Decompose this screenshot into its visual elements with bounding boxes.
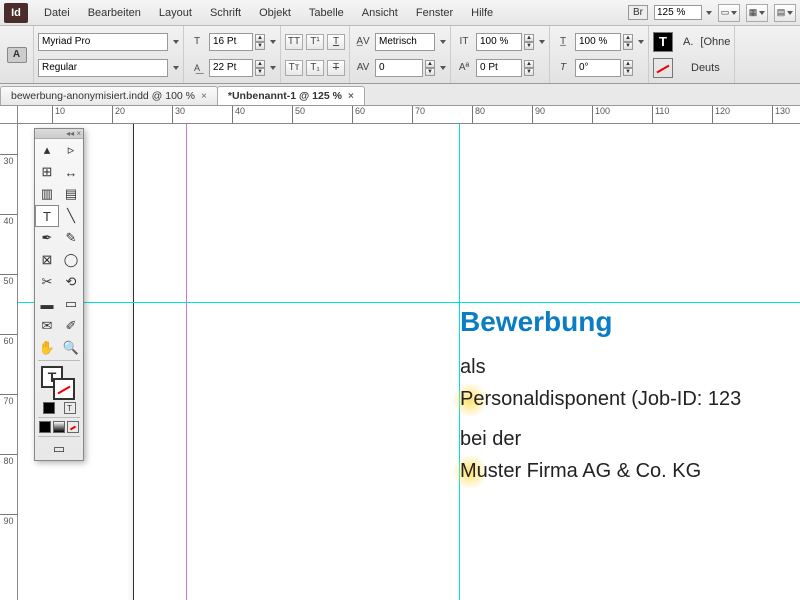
document-canvas[interactable]: Bewerbung als Personaldisponent (Job-ID:… bbox=[18, 124, 800, 600]
app-logo-indesign: Id bbox=[4, 3, 28, 23]
all-caps-button[interactable]: TT bbox=[285, 34, 303, 50]
pen-tool[interactable]: ✒ bbox=[35, 227, 59, 249]
ellipse-tool[interactable]: ◯ bbox=[59, 249, 83, 271]
free-transform-tool[interactable]: ⟲ bbox=[59, 271, 83, 293]
arrange-button[interactable]: ▦ bbox=[746, 4, 768, 22]
page-tool[interactable]: ⊞ bbox=[35, 161, 59, 183]
content-collector-tool[interactable]: ▥ bbox=[35, 183, 59, 205]
character-mode-icon[interactable]: A bbox=[7, 47, 27, 63]
eyedropper-tool[interactable]: ✐ bbox=[59, 315, 83, 337]
formatting-text-button[interactable]: T bbox=[64, 402, 76, 414]
menu-hilfe[interactable]: Hilfe bbox=[463, 4, 501, 22]
font-size-icon: T bbox=[188, 34, 206, 50]
gradient-swatch-tool[interactable]: ▬ bbox=[35, 293, 59, 315]
baseline-shift-icon: Aª bbox=[455, 60, 473, 76]
apply-black-button[interactable] bbox=[39, 421, 51, 433]
apply-gradient-button[interactable] bbox=[53, 421, 65, 433]
body-line-3: bei der bbox=[460, 424, 800, 454]
baseline-shift-input[interactable] bbox=[476, 59, 522, 77]
chevron-down-icon bbox=[706, 11, 712, 15]
underline-button[interactable]: T bbox=[327, 34, 345, 50]
margin-guide-vertical[interactable] bbox=[186, 124, 187, 600]
scissors-tool[interactable]: ✂ bbox=[35, 271, 59, 293]
rectangle-frame-tool[interactable]: ⊠ bbox=[35, 249, 59, 271]
gradient-feather-tool[interactable]: ▭ bbox=[59, 293, 83, 315]
hand-tool[interactable]: ✋ bbox=[35, 337, 59, 359]
body-line-4: Muster Firma AG & Co. KG bbox=[460, 456, 800, 486]
pencil-tool[interactable]: ✎ bbox=[59, 227, 83, 249]
char-style-label: A. bbox=[683, 36, 693, 48]
bridge-button[interactable]: Br bbox=[628, 5, 648, 20]
tools-panel[interactable]: ◂◂ × ▴ ▹ ⊞ ↔ ▥ ▤ T ╲ ✒ ✎ ⊠ ◯ ✂ ⟲ ▬ ▭ ✉ ✐… bbox=[34, 128, 84, 461]
language-label: Deuts bbox=[691, 62, 720, 74]
panel-grip[interactable]: ◂◂ × bbox=[35, 129, 83, 139]
skew-icon: T bbox=[554, 60, 572, 76]
fill-stroke-proxy[interactable]: T bbox=[35, 362, 83, 400]
vertical-ruler[interactable]: 30 40 50 60 70 80 90 bbox=[0, 124, 18, 600]
horizontal-scale-input[interactable] bbox=[575, 33, 621, 51]
menu-schrift[interactable]: Schrift bbox=[202, 4, 249, 22]
horizontal-ruler[interactable]: 10 20 30 40 50 60 70 80 90 100 110 120 1… bbox=[18, 106, 800, 124]
leading-input[interactable] bbox=[209, 59, 253, 77]
view-mode-button[interactable]: ▭ bbox=[35, 438, 83, 460]
menu-bar: Id Datei Bearbeiten Layout Schrift Objek… bbox=[0, 0, 800, 26]
char-style-value: [Ohne bbox=[700, 36, 730, 48]
menu-layout[interactable]: Layout bbox=[151, 4, 200, 22]
menu-ansicht[interactable]: Ansicht bbox=[354, 4, 406, 22]
selection-tool[interactable]: ▴ bbox=[35, 139, 59, 161]
vertical-scale-icon: IT bbox=[455, 34, 473, 50]
superscript-button[interactable]: T¹ bbox=[306, 34, 324, 50]
heading-text: Bewerbung bbox=[460, 306, 800, 338]
control-panel: A T ▲▼ A͟ ▲▼ TT T¹ T Tᴛ T₁ T A̲V bbox=[0, 26, 800, 84]
font-family-select[interactable] bbox=[38, 33, 168, 51]
direct-selection-tool[interactable]: ▹ bbox=[59, 139, 83, 161]
close-icon[interactable]: × bbox=[348, 91, 354, 102]
stroke-color-swatch[interactable] bbox=[653, 58, 673, 78]
ruler-origin[interactable] bbox=[0, 106, 18, 124]
note-tool[interactable]: ✉ bbox=[35, 315, 59, 337]
view-options-button[interactable]: ▤ bbox=[774, 4, 796, 22]
kerning-select[interactable] bbox=[375, 33, 435, 51]
doc-tab-2[interactable]: *Unbenannt-1 @ 125 %× bbox=[217, 86, 365, 105]
font-size-input[interactable] bbox=[209, 33, 253, 51]
guide-horizontal[interactable] bbox=[18, 302, 800, 303]
fill-color-swatch[interactable]: T bbox=[653, 32, 673, 52]
kerning-icon: A̲V bbox=[354, 34, 372, 50]
zoom-input[interactable] bbox=[654, 5, 702, 20]
type-tool[interactable]: T bbox=[35, 205, 59, 227]
body-line-1: als bbox=[460, 352, 800, 382]
content-placer-tool[interactable]: ▤ bbox=[59, 183, 83, 205]
menu-bearbeiten[interactable]: Bearbeiten bbox=[80, 4, 149, 22]
skew-input[interactable] bbox=[575, 59, 621, 77]
horizontal-scale-icon: T̲ bbox=[554, 34, 572, 50]
gap-tool[interactable]: ↔ bbox=[59, 161, 83, 183]
leading-icon: A͟ bbox=[188, 60, 206, 76]
stroke-proxy[interactable] bbox=[53, 378, 75, 400]
text-frame[interactable]: Bewerbung als Personaldisponent (Job-ID:… bbox=[460, 306, 800, 486]
apply-none-button[interactable] bbox=[67, 421, 79, 433]
font-style-select[interactable] bbox=[38, 59, 168, 77]
apply-color-button[interactable] bbox=[43, 402, 55, 414]
screen-mode-button[interactable]: ▭ bbox=[718, 4, 740, 22]
zoom-tool[interactable]: 🔍 bbox=[59, 337, 83, 359]
menu-datei[interactable]: Datei bbox=[36, 4, 78, 22]
subscript-button[interactable]: T₁ bbox=[306, 60, 324, 76]
menu-objekt[interactable]: Objekt bbox=[251, 4, 299, 22]
tracking-input[interactable] bbox=[375, 59, 423, 77]
document-tabs: bewerbung-anonymisiert.indd @ 100 %× *Un… bbox=[0, 84, 800, 106]
zoom-level-select[interactable] bbox=[654, 5, 712, 20]
close-icon[interactable]: × bbox=[201, 91, 207, 102]
body-line-2: Personaldisponent (Job-ID: 123 bbox=[460, 384, 800, 414]
strikethrough-button[interactable]: T bbox=[327, 60, 345, 76]
tracking-icon: AV bbox=[354, 60, 372, 76]
menu-fenster[interactable]: Fenster bbox=[408, 4, 461, 22]
menu-tabelle[interactable]: Tabelle bbox=[301, 4, 352, 22]
line-tool[interactable]: ╲ bbox=[59, 205, 83, 227]
small-caps-button[interactable]: Tᴛ bbox=[285, 60, 303, 76]
doc-tab-1[interactable]: bewerbung-anonymisiert.indd @ 100 %× bbox=[0, 86, 218, 105]
vertical-scale-input[interactable] bbox=[476, 33, 522, 51]
